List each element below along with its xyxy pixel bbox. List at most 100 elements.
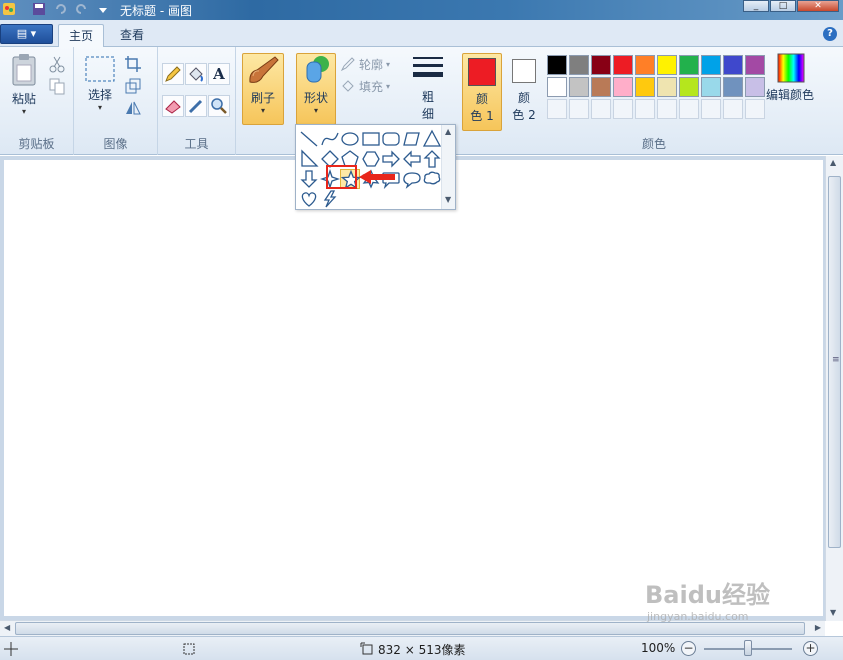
custom-color-slot[interactable] xyxy=(679,99,699,119)
shapes-scroll-down-icon[interactable]: ▼ xyxy=(445,195,451,204)
tab-home[interactable]: 主页 xyxy=(58,24,105,47)
custom-color-slot[interactable] xyxy=(635,99,655,119)
color-swatch[interactable] xyxy=(701,55,721,75)
scroll-up-icon[interactable]: ▲ xyxy=(830,158,836,167)
up-arrow-icon[interactable] xyxy=(422,149,442,169)
minimize-button[interactable]: _ xyxy=(743,0,769,12)
color-swatch[interactable] xyxy=(591,55,611,75)
redo-icon[interactable] xyxy=(74,2,88,16)
save-icon[interactable] xyxy=(32,2,46,16)
crop-icon[interactable] xyxy=(124,55,142,73)
line-icon[interactable] xyxy=(299,129,319,149)
right-arrow-icon[interactable] xyxy=(381,149,401,169)
color-swatch[interactable] xyxy=(745,77,765,97)
custom-color-slot[interactable] xyxy=(723,99,743,119)
curve-icon[interactable] xyxy=(320,129,340,149)
scroll-down-icon[interactable]: ▼ xyxy=(830,608,836,617)
rectangle-icon[interactable] xyxy=(361,129,381,149)
color-swatch[interactable] xyxy=(657,55,677,75)
eraser-tool[interactable] xyxy=(162,95,184,117)
shapes-button[interactable]: 形状 ▾ xyxy=(296,53,336,125)
horizontal-scroll-thumb[interactable] xyxy=(15,622,805,635)
cloud-callout-icon[interactable] xyxy=(422,169,442,189)
scroll-right-icon[interactable]: ▶ xyxy=(815,623,821,632)
color-swatch[interactable] xyxy=(547,77,567,97)
color1-button[interactable]: 颜 色 1 xyxy=(462,53,502,131)
color-swatch[interactable] xyxy=(569,77,589,97)
paint-app-icon[interactable] xyxy=(2,2,16,16)
color-swatch[interactable] xyxy=(635,77,655,97)
pencil-tool[interactable] xyxy=(162,63,184,85)
custom-color-slot[interactable] xyxy=(657,99,677,119)
vertical-scroll-thumb[interactable]: ≡ xyxy=(828,176,841,548)
title-bar: 无标题 - 画图 _ □ ✕ xyxy=(0,0,843,20)
brushes-button[interactable]: 刷子 ▾ xyxy=(242,53,284,125)
color-swatch[interactable] xyxy=(723,77,743,97)
lightning-icon[interactable] xyxy=(320,189,340,209)
custom-color-slot[interactable] xyxy=(569,99,589,119)
color-picker-tool[interactable] xyxy=(185,95,207,117)
resize-icon[interactable] xyxy=(124,77,142,95)
maximize-button[interactable]: □ xyxy=(770,0,796,12)
select-button[interactable]: 选择 ▾ xyxy=(80,55,120,125)
magnifier-tool[interactable] xyxy=(208,95,230,117)
edit-colors-button[interactable]: 编辑颜色 xyxy=(766,53,816,117)
color-swatch[interactable] xyxy=(569,55,589,75)
hexagon-icon[interactable] xyxy=(361,149,381,169)
paint-menu-button[interactable]: ▤ ▾ xyxy=(0,24,53,44)
vertical-scrollbar[interactable]: ▲ ≡ ▼ xyxy=(825,156,843,621)
heart-icon[interactable] xyxy=(299,189,319,209)
copy-icon[interactable] xyxy=(48,77,66,95)
triangle-icon[interactable] xyxy=(422,129,442,149)
custom-color-slot[interactable] xyxy=(745,99,765,119)
undo-icon[interactable] xyxy=(54,2,68,16)
shapes-scroll-up-icon[interactable]: ▲ xyxy=(445,127,451,136)
outline-button[interactable]: 轮廓 ▾ xyxy=(340,55,390,73)
cut-icon[interactable] xyxy=(48,55,66,73)
fill-tool[interactable] xyxy=(185,63,207,85)
drawing-canvas[interactable] xyxy=(4,160,823,616)
color-swatch[interactable] xyxy=(701,77,721,97)
size-button[interactable]: 粗 细 xyxy=(408,53,448,131)
status-bar: 832 × 513像素 100% − + xyxy=(0,636,843,660)
zoom-slider-thumb[interactable] xyxy=(744,640,752,656)
right-triangle-icon[interactable] xyxy=(299,149,319,169)
help-icon[interactable]: ? xyxy=(823,27,837,41)
paste-dropdown-icon: ▾ xyxy=(21,107,26,116)
color-swatch[interactable] xyxy=(635,55,655,75)
color-swatch[interactable] xyxy=(657,77,677,97)
color-swatch[interactable] xyxy=(679,77,699,97)
quick-access-dropdown-icon[interactable] xyxy=(96,2,110,16)
custom-color-slot[interactable] xyxy=(591,99,611,119)
custom-color-slot[interactable] xyxy=(701,99,721,119)
rotate-icon[interactable] xyxy=(124,99,142,117)
cursor-position-icon xyxy=(4,642,18,656)
color-swatch[interactable] xyxy=(613,77,633,97)
tab-view[interactable]: 查看 xyxy=(110,24,154,47)
color-swatch[interactable] xyxy=(723,55,743,75)
color-swatch[interactable] xyxy=(745,55,765,75)
polygon-icon[interactable] xyxy=(402,129,422,149)
custom-color-slot[interactable] xyxy=(547,99,567,119)
color-swatch[interactable] xyxy=(613,55,633,75)
oval-callout-icon[interactable] xyxy=(402,169,422,189)
color-swatch[interactable] xyxy=(679,55,699,75)
shapes-panel-scrollbar[interactable]: ▲ ▼ xyxy=(441,125,455,209)
down-arrow-icon[interactable] xyxy=(299,169,319,189)
oval-icon[interactable] xyxy=(340,129,360,149)
color-swatch[interactable] xyxy=(591,77,611,97)
color2-button[interactable]: 颜 色 2 xyxy=(505,53,543,131)
zoom-in-button[interactable]: + xyxy=(803,641,818,656)
fill-button[interactable]: 填充 ▾ xyxy=(340,77,390,95)
scroll-left-icon[interactable]: ◀ xyxy=(4,623,10,632)
text-tool[interactable]: A xyxy=(208,63,230,85)
left-arrow-icon[interactable] xyxy=(402,149,422,169)
zoom-out-button[interactable]: − xyxy=(681,641,696,656)
color-swatch[interactable] xyxy=(547,55,567,75)
close-button[interactable]: ✕ xyxy=(797,0,839,12)
eyedropper-icon xyxy=(188,99,203,114)
rounded-rectangle-icon[interactable] xyxy=(381,129,401,149)
paste-button[interactable]: 粘贴 ▾ xyxy=(6,53,42,125)
custom-color-slot[interactable] xyxy=(613,99,633,119)
brushes-label: 刷子 xyxy=(250,91,275,105)
